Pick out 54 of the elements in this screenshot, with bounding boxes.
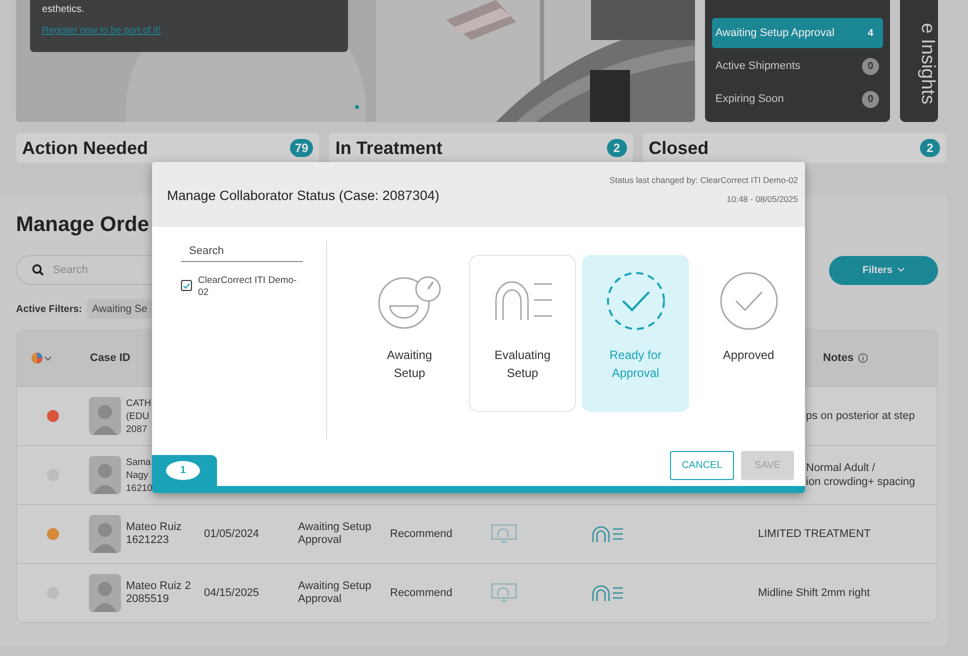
monitor-icon [491,583,517,603]
carousel-dot[interactable] [355,105,359,109]
arch-icon [591,525,625,543]
summary-label: Closed [648,138,709,158]
patient-name[interactable]: Mateo Ruiz 2 2085519 [126,580,191,606]
avatar [89,574,121,612]
decision-cell-text: Recommend [390,528,454,540]
checkbox[interactable] [181,280,192,291]
section-title: Manage Orde [16,213,150,238]
inbox-item[interactable]: Expiring Soon 0 [712,84,883,114]
notes-cell: ps on posterior at step [806,409,915,423]
chat-bubble: 1 [166,461,200,480]
search-icon [32,264,44,276]
date-cell-text: 04/15/2025 [204,586,260,600]
promo-text: esthetics. [42,4,86,15]
summary-card[interactable]: In Treatment 2 [329,133,633,163]
notes-cell: Midline Shift 2mm right [758,586,870,600]
count-badge: 2 [920,139,940,157]
insights-tab[interactable]: e Insights [900,0,938,122]
arch-icon [591,584,625,602]
count-badge: 0 [862,90,879,108]
summary-card[interactable]: Action Needed 79 [16,133,320,163]
notes-cell: LIMITED TREATMENT [758,527,871,541]
changed-by-text: Status last changed by: ClearCorrect ITI Demo-02 [610,175,798,185]
search-field[interactable]: Search [181,243,303,262]
count-badge: 0 [862,58,879,74]
patient-name[interactable]: Mateo Ruiz 1621223 [126,521,182,547]
pie-chart-icon[interactable] [31,352,53,364]
filter-chip[interactable]: Awaiting Se [87,299,152,319]
summary-label: Action Needed [22,138,148,158]
summary-card[interactable]: Closed 2 [642,133,946,163]
count-text: 4 [866,26,874,40]
dialog-title: Manage Collaborator Status (Case: 2087304) [167,188,440,205]
patient-name[interactable]: Sama Nagy 16210 [126,456,152,494]
timestamp: 10:48 - 08/05/2025 [726,194,798,204]
status-option[interactable]: Evaluating Setup [469,255,576,412]
patient-name[interactable]: CATH (EDU 2087 [126,396,152,436]
info-icon [858,353,868,363]
monitor-icon [491,524,517,544]
filters-label: Active Filters: [16,304,82,314]
status-cell-text: Awaiting Setup Approval [298,521,372,547]
decision-cell-text: Recommend [390,586,454,600]
chevron-down-icon [896,267,904,273]
notes-cell: Normal Adult / ion crowding+ spacing [806,461,916,489]
inbox-item[interactable]: Awaiting Setup Approval 4 [712,18,883,48]
date-cell-text: 01/05/2024 [204,528,260,540]
status-cell-text: Awaiting Setup Approval [298,580,372,606]
summary-label: In Treatment [335,138,442,158]
inbox-item[interactable]: Active Shipments 0 [712,51,883,81]
count-badge: 79 [290,139,314,157]
avatar [89,515,121,553]
count-badge: 2 [606,139,627,157]
avatar [89,397,121,435]
avatar [89,456,121,494]
